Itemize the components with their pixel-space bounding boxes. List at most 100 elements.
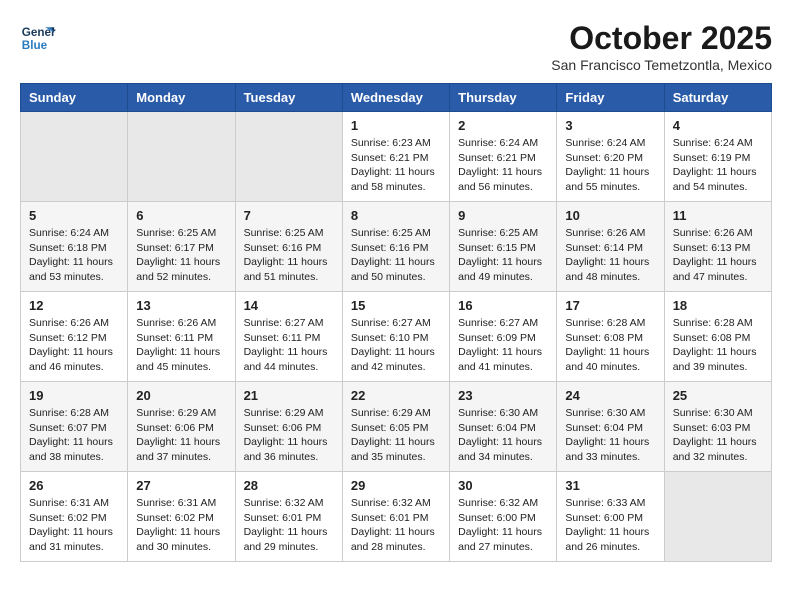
day-number: 22 <box>351 388 441 403</box>
day-of-week-header: Saturday <box>664 84 771 112</box>
day-info: Sunrise: 6:25 AM Sunset: 6:16 PM Dayligh… <box>244 226 334 285</box>
day-number: 8 <box>351 208 441 223</box>
day-number: 14 <box>244 298 334 313</box>
subtitle: San Francisco Temetzontla, Mexico <box>551 57 772 73</box>
calendar-table: SundayMondayTuesdayWednesdayThursdayFrid… <box>20 83 772 562</box>
calendar-cell: 14Sunrise: 6:27 AM Sunset: 6:11 PM Dayli… <box>235 292 342 382</box>
calendar-cell: 2 Sunrise: 6:24 AM Sunset: 6:21 PM Daylig… <box>450 112 557 202</box>
calendar-cell: 21 Sunrise: 6:29 AM Sunset: 6:06 PM Dayli… <box>235 382 342 472</box>
day-number: 19 <box>29 388 119 403</box>
day-number: 17 <box>565 298 655 313</box>
day-number: 12 <box>29 298 119 313</box>
day-info: Sunrise: 6:26 AM Sunset: 6:12 PM Dayligh… <box>29 316 119 375</box>
calendar-cell: 28 Sunrise: 6:32 AM Sunset: 6:01 PM Dayli… <box>235 472 342 562</box>
header: General Blue October 2025 San Francisco … <box>20 20 772 73</box>
calendar-cell <box>235 112 342 202</box>
day-info: Sunrise: 6:23 AM Sunset: 6:21 PM Dayligh… <box>351 136 441 195</box>
day-of-week-header: Friday <box>557 84 664 112</box>
calendar-cell: 20 Sunrise: 6:29 AM Sunset: 6:06 PM Dayli… <box>128 382 235 472</box>
calendar-cell <box>128 112 235 202</box>
calendar-cell: 8Sunrise: 6:25 AM Sunset: 6:16 PM Daylig… <box>342 202 449 292</box>
day-number: 21 <box>244 388 334 403</box>
day-info: Sunrise: 6:28 AM Sunset: 6:08 PM Dayligh… <box>565 316 655 375</box>
day-of-week-header: Thursday <box>450 84 557 112</box>
day-info: Sunrise: 6:25 AM Sunset: 6:17 PM Dayligh… <box>136 226 226 285</box>
day-info: Sunrise: 6:32 AM Sunset: 6:00 PM Dayligh… <box>458 496 548 555</box>
title-area: October 2025 San Francisco Temetzontla, … <box>551 20 772 73</box>
day-number: 9 <box>458 208 548 223</box>
calendar-cell: 7 Sunrise: 6:25 AM Sunset: 6:16 PM Daylig… <box>235 202 342 292</box>
calendar-cell: 16 Sunrise: 6:27 AM Sunset: 6:09 PM Dayli… <box>450 292 557 382</box>
calendar-cell: 3 Sunrise: 6:24 AM Sunset: 6:20 PM Daylig… <box>557 112 664 202</box>
day-number: 29 <box>351 478 441 493</box>
day-info: Sunrise: 6:26 AM Sunset: 6:14 PM Dayligh… <box>565 226 655 285</box>
day-number: 4 <box>673 118 763 133</box>
day-info: Sunrise: 6:26 AM Sunset: 6:13 PM Dayligh… <box>673 226 763 285</box>
calendar-cell: 26 Sunrise: 6:31 AM Sunset: 6:02 PM Dayli… <box>21 472 128 562</box>
calendar-cell: 17 Sunrise: 6:28 AM Sunset: 6:08 PM Dayli… <box>557 292 664 382</box>
logo: General Blue <box>20 20 56 56</box>
day-number: 27 <box>136 478 226 493</box>
day-number: 2 <box>458 118 548 133</box>
day-number: 28 <box>244 478 334 493</box>
day-info: Sunrise: 6:30 AM Sunset: 6:03 PM Dayligh… <box>673 406 763 465</box>
day-number: 15 <box>351 298 441 313</box>
calendar-cell: 5 Sunrise: 6:24 AM Sunset: 6:18 PM Daylig… <box>21 202 128 292</box>
month-title: October 2025 <box>551 20 772 57</box>
day-info: Sunrise: 6:30 AM Sunset: 6:04 PM Dayligh… <box>565 406 655 465</box>
calendar-cell: 10Sunrise: 6:26 AM Sunset: 6:14 PM Dayli… <box>557 202 664 292</box>
day-info: Sunrise: 6:29 AM Sunset: 6:06 PM Dayligh… <box>136 406 226 465</box>
day-number: 20 <box>136 388 226 403</box>
day-number: 23 <box>458 388 548 403</box>
day-number: 16 <box>458 298 548 313</box>
calendar-cell: 1Sunrise: 6:23 AM Sunset: 6:21 PM Daylig… <box>342 112 449 202</box>
calendar-cell: 9 Sunrise: 6:25 AM Sunset: 6:15 PM Daylig… <box>450 202 557 292</box>
calendar-header-row: SundayMondayTuesdayWednesdayThursdayFrid… <box>21 84 772 112</box>
day-number: 31 <box>565 478 655 493</box>
day-info: Sunrise: 6:24 AM Sunset: 6:18 PM Dayligh… <box>29 226 119 285</box>
calendar-cell: 22 Sunrise: 6:29 AM Sunset: 6:05 PM Dayli… <box>342 382 449 472</box>
day-number: 24 <box>565 388 655 403</box>
day-info: Sunrise: 6:27 AM Sunset: 6:09 PM Dayligh… <box>458 316 548 375</box>
calendar-cell: 27 Sunrise: 6:31 AM Sunset: 6:02 PM Dayli… <box>128 472 235 562</box>
day-info: Sunrise: 6:33 AM Sunset: 6:00 PM Dayligh… <box>565 496 655 555</box>
day-info: Sunrise: 6:26 AM Sunset: 6:11 PM Dayligh… <box>136 316 226 375</box>
calendar-cell: 12 Sunrise: 6:26 AM Sunset: 6:12 PM Dayli… <box>21 292 128 382</box>
day-info: Sunrise: 6:32 AM Sunset: 6:01 PM Dayligh… <box>351 496 441 555</box>
svg-text:Blue: Blue <box>22 39 48 52</box>
calendar-body: 1Sunrise: 6:23 AM Sunset: 6:21 PM Daylig… <box>21 112 772 562</box>
calendar-cell: 19 Sunrise: 6:28 AM Sunset: 6:07 PM Dayli… <box>21 382 128 472</box>
day-number: 30 <box>458 478 548 493</box>
day-info: Sunrise: 6:24 AM Sunset: 6:21 PM Dayligh… <box>458 136 548 195</box>
calendar-week-row: 19 Sunrise: 6:28 AM Sunset: 6:07 PM Dayli… <box>21 382 772 472</box>
logo-icon: General Blue <box>20 20 56 56</box>
calendar-cell: 31 Sunrise: 6:33 AM Sunset: 6:00 PM Dayli… <box>557 472 664 562</box>
day-number: 3 <box>565 118 655 133</box>
calendar-cell: 11Sunrise: 6:26 AM Sunset: 6:13 PM Dayli… <box>664 202 771 292</box>
day-info: Sunrise: 6:24 AM Sunset: 6:20 PM Dayligh… <box>565 136 655 195</box>
calendar-cell: 30 Sunrise: 6:32 AM Sunset: 6:00 PM Dayli… <box>450 472 557 562</box>
day-number: 7 <box>244 208 334 223</box>
day-info: Sunrise: 6:31 AM Sunset: 6:02 PM Dayligh… <box>29 496 119 555</box>
day-of-week-header: Monday <box>128 84 235 112</box>
calendar-cell <box>664 472 771 562</box>
day-info: Sunrise: 6:27 AM Sunset: 6:10 PM Dayligh… <box>351 316 441 375</box>
day-number: 5 <box>29 208 119 223</box>
day-info: Sunrise: 6:31 AM Sunset: 6:02 PM Dayligh… <box>136 496 226 555</box>
day-number: 26 <box>29 478 119 493</box>
calendar-week-row: 26 Sunrise: 6:31 AM Sunset: 6:02 PM Dayli… <box>21 472 772 562</box>
calendar-week-row: 12 Sunrise: 6:26 AM Sunset: 6:12 PM Dayli… <box>21 292 772 382</box>
calendar-cell: 15 Sunrise: 6:27 AM Sunset: 6:10 PM Dayli… <box>342 292 449 382</box>
day-info: Sunrise: 6:25 AM Sunset: 6:15 PM Dayligh… <box>458 226 548 285</box>
day-of-week-header: Sunday <box>21 84 128 112</box>
day-number: 13 <box>136 298 226 313</box>
day-info: Sunrise: 6:28 AM Sunset: 6:07 PM Dayligh… <box>29 406 119 465</box>
day-info: Sunrise: 6:29 AM Sunset: 6:05 PM Dayligh… <box>351 406 441 465</box>
calendar-cell: 29 Sunrise: 6:32 AM Sunset: 6:01 PM Dayli… <box>342 472 449 562</box>
calendar-week-row: 1Sunrise: 6:23 AM Sunset: 6:21 PM Daylig… <box>21 112 772 202</box>
day-info: Sunrise: 6:29 AM Sunset: 6:06 PM Dayligh… <box>244 406 334 465</box>
day-info: Sunrise: 6:32 AM Sunset: 6:01 PM Dayligh… <box>244 496 334 555</box>
calendar-cell: 4Sunrise: 6:24 AM Sunset: 6:19 PM Daylig… <box>664 112 771 202</box>
day-info: Sunrise: 6:30 AM Sunset: 6:04 PM Dayligh… <box>458 406 548 465</box>
day-number: 6 <box>136 208 226 223</box>
